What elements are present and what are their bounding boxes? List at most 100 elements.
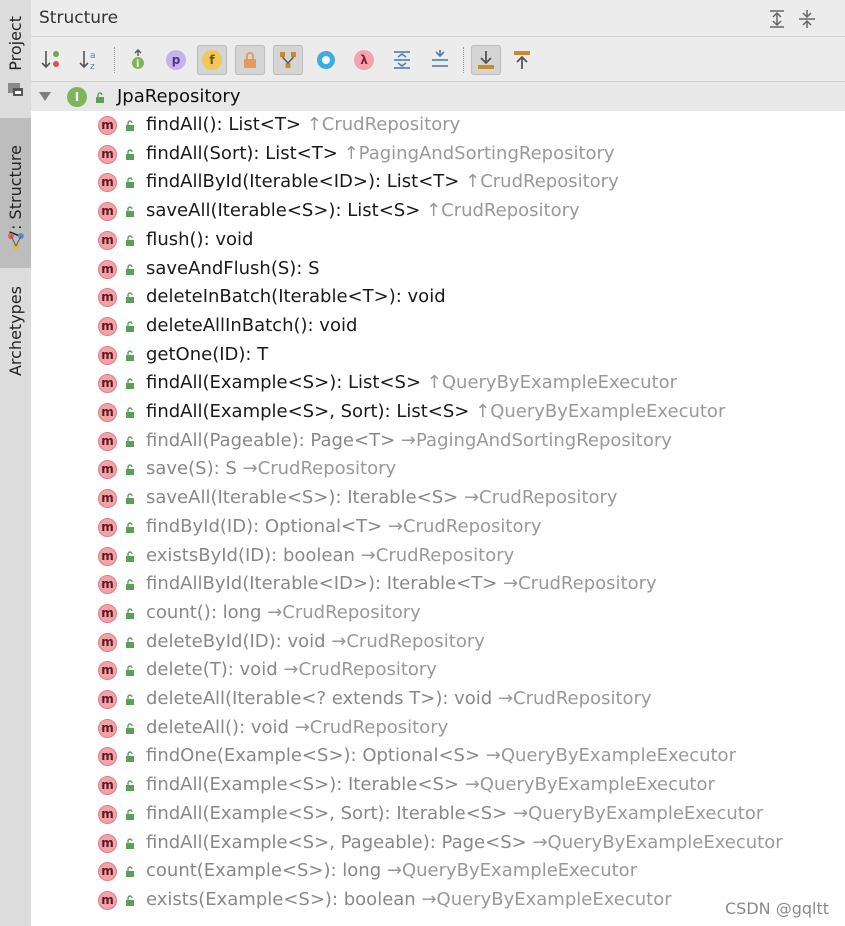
tree-item-method[interactable]: m saveAll(Iterable<S>): Iterable<S> →Crud… bbox=[31, 484, 845, 512]
method-icon: m bbox=[98, 173, 117, 193]
svg-text:a: a bbox=[90, 51, 96, 61]
chevron-down-icon[interactable] bbox=[39, 92, 51, 101]
inherited-from-label: →CrudRepository bbox=[497, 688, 652, 709]
method-signature: getOne(ID): T bbox=[146, 343, 269, 365]
method-text: deleteAll(): void →CrudRepository bbox=[146, 717, 448, 738]
panel-header: Structure bbox=[31, 0, 845, 37]
tree-item-method[interactable]: m findAll(Example<S>, Pageable): Page<S> … bbox=[31, 829, 845, 857]
autoscroll-to-source-button[interactable] bbox=[471, 45, 501, 75]
method-signature: findOne(Example<S>): Optional<S> bbox=[146, 745, 481, 767]
inherited-from-label: →CrudRepository bbox=[331, 630, 485, 652]
inherited-from-label: ↑CrudRepository bbox=[306, 114, 461, 135]
method-signature: save(S): S bbox=[146, 458, 237, 480]
show-lambdas-button[interactable]: λ bbox=[349, 45, 379, 75]
sort-by-visibility-icon bbox=[41, 51, 59, 69]
show-non-public-button[interactable] bbox=[235, 45, 265, 75]
show-inherited-button[interactable]: i bbox=[123, 45, 153, 75]
tree-item-method[interactable]: m findAll(): List<T> ↑CrudRepository bbox=[31, 111, 845, 139]
tab-structure-label: 7: Structure bbox=[6, 145, 25, 241]
collapse-button[interactable] bbox=[425, 45, 455, 75]
tree-item-method[interactable]: m findAllById(Iterable<ID>): Iterable<T> … bbox=[31, 570, 845, 598]
public-access-icon bbox=[126, 407, 134, 418]
public-access-icon bbox=[126, 723, 134, 734]
tree-item-method[interactable]: m findAll(Pageable): Page<T> →PagingAndSo… bbox=[31, 427, 845, 455]
method-signature: deleteAllInBatch(): void bbox=[146, 314, 358, 336]
show-anonymous-button[interactable] bbox=[311, 45, 341, 75]
method-text: delete(T): void →CrudRepository bbox=[146, 659, 437, 680]
inherited-from-label: →CrudRepository bbox=[294, 716, 449, 738]
tree-item-method[interactable]: m count(Example<S>): long →QueryByExample… bbox=[31, 857, 845, 885]
method-signature: deleteById(ID): void bbox=[146, 630, 326, 652]
tree-item-method[interactable]: m deleteInBatch(Iterable<T>): void bbox=[31, 283, 845, 311]
lock-icon bbox=[244, 52, 256, 68]
tree-item-method[interactable]: m findById(ID): Optional<T> →CrudReposito… bbox=[31, 513, 845, 541]
sort-alphabetically-button[interactable]: a z bbox=[75, 45, 105, 75]
tree-item-method[interactable]: m deleteAllInBatch(): void bbox=[31, 312, 845, 340]
tree-item-method[interactable]: m deleteAll(): void →CrudRepository bbox=[31, 714, 845, 742]
tab-archetypes-label: Archetypes bbox=[6, 285, 25, 377]
show-properties-button[interactable]: p bbox=[161, 45, 191, 75]
method-icon: m bbox=[98, 460, 117, 480]
method-icon: m bbox=[98, 116, 117, 135]
public-access-icon bbox=[126, 608, 134, 619]
tree-item-method[interactable]: m deleteAll(Iterable<? extends T>): void … bbox=[31, 685, 845, 713]
autoscroll-from-source-icon bbox=[514, 51, 530, 69]
method-signature: saveAll(Iterable<S>): Iterable<S> bbox=[146, 487, 459, 509]
method-icon: m bbox=[98, 345, 117, 365]
tree-item-method[interactable]: m delete(T): void →CrudRepository bbox=[31, 656, 845, 684]
tree-item-method[interactable]: m existsById(ID): boolean →CrudRepository bbox=[31, 542, 845, 570]
method-icon: m bbox=[98, 603, 117, 623]
sort-by-visibility-button[interactable] bbox=[37, 45, 67, 75]
tab-project[interactable]: Project bbox=[0, 6, 31, 80]
method-signature: findAll(Example<S>, Pageable): Page<S> bbox=[146, 831, 527, 853]
tree-item-method[interactable]: m findAllById(Iterable<ID>): List<T> ↑Cru… bbox=[31, 168, 845, 196]
method-text: deleteById(ID): void →CrudRepository bbox=[146, 631, 485, 652]
inherited-from-label: →CrudRepository bbox=[360, 544, 515, 566]
inherited-from-label: →CrudRepository bbox=[503, 573, 657, 595]
tree-item-method[interactable]: m flush(): void bbox=[31, 226, 845, 254]
show-hierarchy-button[interactable] bbox=[273, 45, 303, 75]
tree-item-method[interactable]: m save(S): S →CrudRepository bbox=[31, 455, 845, 483]
public-access-icon bbox=[126, 378, 134, 390]
inherited-from-label: →QueryByExampleExecutor bbox=[513, 802, 764, 824]
inherited-from-label: →CrudRepository bbox=[463, 487, 618, 509]
anonymous-class-icon bbox=[317, 51, 335, 69]
expand-all-icon[interactable] bbox=[767, 9, 787, 29]
tree-item-method[interactable]: m deleteById(ID): void →CrudRepository bbox=[31, 628, 845, 656]
tree-item-method[interactable]: m findAll(Example<S>, Sort): Iterable<S> … bbox=[31, 800, 845, 828]
method-text: findAll(Example<S>, Pageable): Page<S> →… bbox=[146, 832, 783, 853]
collapse-all-icon[interactable] bbox=[797, 9, 817, 29]
expand-button[interactable] bbox=[387, 45, 417, 75]
tree-item-method[interactable]: m findOne(Example<S>): Optional<S> →Query… bbox=[31, 742, 845, 770]
tree-item-method[interactable]: m saveAndFlush(S): S bbox=[31, 255, 845, 283]
inherited-from-label: →QueryByExampleExecutor bbox=[485, 745, 736, 767]
method-icon: m bbox=[98, 230, 117, 250]
tree-item-method[interactable]: m getOne(ID): T bbox=[31, 341, 845, 369]
tree-item-method[interactable]: m findAll(Example<S>): Iterable<S> →Query… bbox=[31, 771, 845, 799]
svg-text:z: z bbox=[90, 62, 95, 72]
structure-panel: Structure a z i p f λ I JpaRepository m … bbox=[31, 0, 845, 926]
tree-item-method[interactable]: m findAll(Sort): List<T> ↑PagingAndSortin… bbox=[31, 140, 845, 168]
method-text: findOne(Example<S>): Optional<S> →QueryB… bbox=[146, 745, 736, 766]
autoscroll-from-source-button[interactable] bbox=[507, 45, 537, 75]
tree-item-method[interactable]: m exists(Example<S>): boolean →QueryByExa… bbox=[31, 886, 845, 914]
method-text: deleteInBatch(Iterable<T>): void bbox=[146, 286, 446, 307]
method-text: existsById(ID): boolean →CrudRepository bbox=[146, 545, 514, 566]
inherited-from-label: →CrudRepository bbox=[387, 515, 542, 537]
method-text: deleteAllInBatch(): void bbox=[146, 315, 357, 336]
tree-root-node[interactable]: I JpaRepository bbox=[31, 82, 845, 111]
tree-item-method[interactable]: m findAll(Example<S>): List<S> ↑QueryByEx… bbox=[31, 369, 845, 397]
method-icon: m bbox=[98, 489, 117, 509]
method-text: getOne(ID): T bbox=[146, 344, 268, 365]
tree-item-method[interactable]: m findAll(Example<S>, Sort): List<S> ↑Que… bbox=[31, 398, 845, 426]
show-fields-button[interactable]: f bbox=[197, 45, 227, 75]
method-icon: m bbox=[98, 776, 117, 796]
tree-item-method[interactable]: m count(): long →CrudRepository bbox=[31, 599, 845, 627]
method-text: findAll(): List<T> ↑CrudRepository bbox=[146, 114, 460, 135]
tree-item-method[interactable]: m saveAll(Iterable<S>): List<S> ↑CrudRepo… bbox=[31, 197, 845, 225]
public-access-icon bbox=[126, 866, 134, 878]
public-access-icon bbox=[96, 92, 104, 103]
inherited-from-label: →CrudRepository bbox=[267, 601, 421, 623]
method-signature: saveAndFlush(S): S bbox=[146, 257, 320, 279]
tab-archetypes[interactable]: Archetypes bbox=[0, 276, 31, 386]
